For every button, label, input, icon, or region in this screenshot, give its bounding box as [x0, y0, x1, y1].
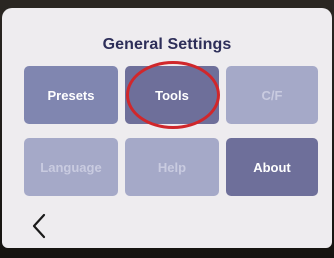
about-button-label: About: [253, 159, 291, 175]
language-button-label: Language: [40, 159, 102, 175]
chevron-left-icon: [31, 212, 47, 240]
presets-button[interactable]: Presets: [24, 66, 118, 124]
page-title: General Settings: [102, 36, 232, 53]
about-button[interactable]: About: [226, 138, 318, 196]
presets-button-label: Presets: [47, 87, 95, 103]
tools-button-label: Tools: [155, 87, 189, 103]
help-button-label: Help: [157, 159, 187, 175]
help-button[interactable]: Help: [125, 138, 219, 196]
cf-button[interactable]: C/F: [226, 66, 318, 124]
device-bezel: General Settings Presets Tools C/F Langu…: [0, 0, 334, 258]
tools-button[interactable]: Tools: [125, 66, 219, 124]
back-button[interactable]: [22, 206, 56, 246]
language-button[interactable]: Language: [24, 138, 118, 196]
cf-button-label: C/F: [261, 87, 283, 103]
touch-screen: General Settings Presets Tools C/F Langu…: [2, 8, 332, 248]
